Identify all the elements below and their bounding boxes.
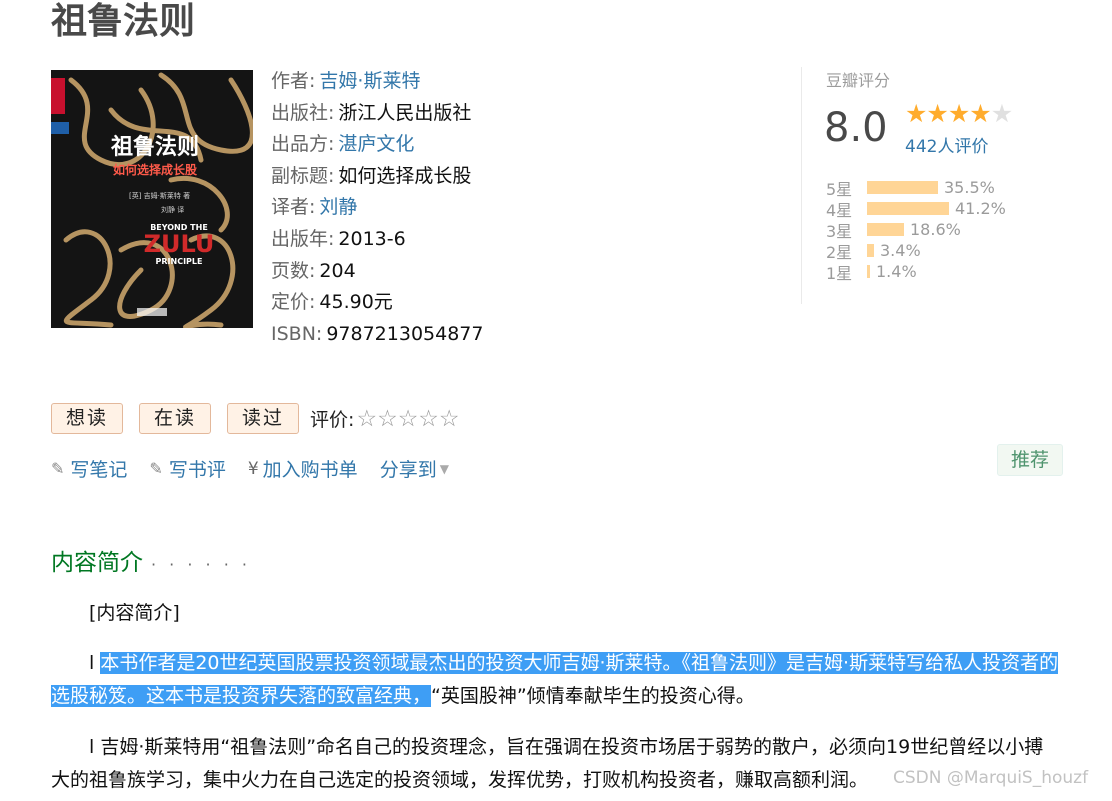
rating-bar-row: 1星 1.4%: [826, 261, 1006, 283]
info-label: 出版社:: [271, 101, 335, 124]
pencil-icon: ✎: [51, 459, 65, 478]
info-value: 如何选择成长股: [338, 164, 472, 187]
pencil-icon: ✎: [149, 459, 163, 478]
intro-section-title: 内容简介 · · · · · ·: [51, 543, 251, 577]
info-value: 204: [319, 259, 356, 282]
info-row: 出版社: 浙江人民出版社: [271, 98, 483, 130]
book-cover-image[interactable]: 祖鲁法则 如何选择成长股 [英] 吉姆·斯莱特 著 刘静 译 BEYOND TH…: [51, 70, 253, 328]
rating-bar-row: 5星 35.5%: [826, 177, 1006, 199]
have-read-button[interactable]: 读过: [227, 403, 300, 434]
cover-translator: 刘静 译: [161, 205, 184, 214]
rating-bar-percent: 41.2%: [955, 199, 1006, 218]
share-dropdown[interactable]: 分享到 ▼: [380, 455, 449, 482]
rate-stars-input[interactable]: ☆☆☆☆☆: [356, 406, 459, 432]
rating-bar-row: 4星 41.2%: [826, 198, 1006, 220]
cover-en-title: ZULU: [144, 230, 215, 258]
intro-dots: · · · · · ·: [151, 555, 251, 574]
cover-title: 祖鲁法则: [111, 134, 199, 160]
watermark: CSDN @MarquiS_houzf: [893, 768, 1089, 788]
info-row: 作者: 吉姆·斯莱特: [271, 66, 483, 98]
info-label: 副标题:: [271, 164, 335, 187]
info-row: ISBN: 9787213054877: [271, 319, 483, 351]
info-label: 作者:: [271, 70, 316, 92]
info-row: 译者: 刘静: [271, 192, 483, 224]
info-row: 定价: 45.90元: [271, 287, 483, 319]
rating-stars: ★★★★★: [905, 99, 1013, 128]
cover-author: [英] 吉姆·斯莱特 著: [129, 191, 190, 200]
write-note-label: 写笔记: [70, 459, 128, 481]
info-label: ISBN:: [271, 322, 323, 345]
book-info: 作者: 吉姆·斯莱特 出版社: 浙江人民出版社 出品方: 湛庐文化 副标题: 如何选择成长股译…: [271, 66, 483, 350]
cover-en-bottom: PRINCIPLE: [156, 257, 203, 266]
info-value: 45.90元: [319, 291, 393, 314]
star-empty-icon: ★: [990, 99, 1013, 128]
info-row: 出品方: 湛庐文化: [271, 129, 483, 161]
write-review-label: 写书评: [168, 459, 226, 481]
intro-title: 内容简介: [51, 550, 143, 576]
cover-subtitle: 如何选择成长股: [113, 162, 198, 177]
star-filled-icon: ★: [947, 99, 970, 128]
rating-bar-row: 2星 3.4%: [826, 240, 1006, 262]
intro-heading: [内容简介]: [89, 602, 180, 624]
intro-paragraph-1: l 本书作者是20世纪英国股票投资领域最杰出的投资大师吉姆·斯莱特。《祖鲁法则》…: [51, 647, 1061, 713]
info-value: 9787213054877: [326, 322, 484, 345]
info-row: 出版年: 2013-6: [271, 224, 483, 256]
star-filled-icon: ★: [969, 99, 991, 128]
cover-art: 祖鲁法则 如何选择成长股 [英] 吉姆·斯莱特 著 刘静 译 BEYOND TH…: [51, 70, 253, 328]
rating-bar-percent: 1.4%: [876, 262, 917, 281]
rating-bar: [867, 202, 949, 215]
add-to-booklist-label: 加入购书单: [262, 459, 358, 481]
info-value-link[interactable]: 刘静: [319, 196, 357, 218]
info-value-link[interactable]: 湛庐文化: [338, 133, 414, 155]
intro-p1-rest: “英国股神”倾情奉献毕生的投资心得。: [431, 685, 755, 707]
star-filled-icon: ★: [905, 99, 927, 128]
secondary-actions: ✎ 写笔记 ✎ 写书评 ¥ 加入购书单 分享到 ▼: [51, 455, 471, 482]
info-label: 页数:: [271, 259, 316, 282]
book-title: 祖鲁法则: [51, 1, 196, 42]
info-label: 译者:: [271, 196, 316, 219]
rating-bar-label: 1星: [826, 263, 853, 283]
rating-bar: [867, 265, 870, 278]
rate-label: 评价:: [310, 409, 355, 431]
rating-box: 豆瓣评分 8.0 ★★★★★ 442人评价 5星 35.5% 4星 41.2% 3星 18…: [801, 67, 1062, 304]
write-note-link[interactable]: ✎ 写笔记: [51, 455, 127, 482]
reading-status-actions: 想读 在读 读过 评价: ☆☆☆☆☆: [51, 403, 460, 434]
add-to-booklist-link[interactable]: ¥ 加入购书单: [248, 455, 358, 482]
intro-p1-prefix: l: [89, 652, 101, 674]
rating-header: 豆瓣评分: [826, 71, 891, 90]
rating-score: 8.0: [824, 105, 888, 151]
write-review-link[interactable]: ✎ 写书评: [149, 455, 225, 482]
rating-bar-percent: 18.6%: [910, 220, 961, 239]
info-row: 页数: 204: [271, 256, 483, 288]
rating-count-link[interactable]: 442人评价: [905, 132, 988, 157]
want-to-read-button[interactable]: 想读: [51, 403, 124, 434]
recommend-button[interactable]: 推荐: [997, 444, 1063, 476]
rating-bar: [867, 244, 874, 257]
rating-bar-percent: 35.5%: [944, 178, 995, 197]
yen-icon: ¥: [247, 458, 259, 479]
reading-button[interactable]: 在读: [139, 403, 212, 434]
info-value: 浙江人民出版社: [338, 101, 472, 124]
star-filled-icon: ★: [926, 99, 948, 128]
info-label: 定价:: [271, 291, 316, 314]
info-label: 出版年:: [271, 227, 335, 250]
share-label: 分享到: [379, 459, 437, 481]
info-value-link[interactable]: 吉姆·斯莱特: [319, 70, 420, 92]
caret-down-icon: ▼: [439, 461, 449, 476]
info-label: 出品方:: [271, 133, 335, 156]
rating-bar: [867, 181, 938, 194]
info-value: 2013-6: [338, 227, 406, 250]
rating-bar: [867, 223, 904, 236]
rating-bar-row: 3星 18.6%: [826, 219, 1006, 241]
rating-distribution: 5星 35.5% 4星 41.2% 3星 18.6% 2星 3.4% 1星 1.4%: [826, 177, 1006, 283]
info-row: 副标题: 如何选择成长股: [271, 161, 483, 193]
rating-bar-percent: 3.4%: [880, 241, 921, 260]
